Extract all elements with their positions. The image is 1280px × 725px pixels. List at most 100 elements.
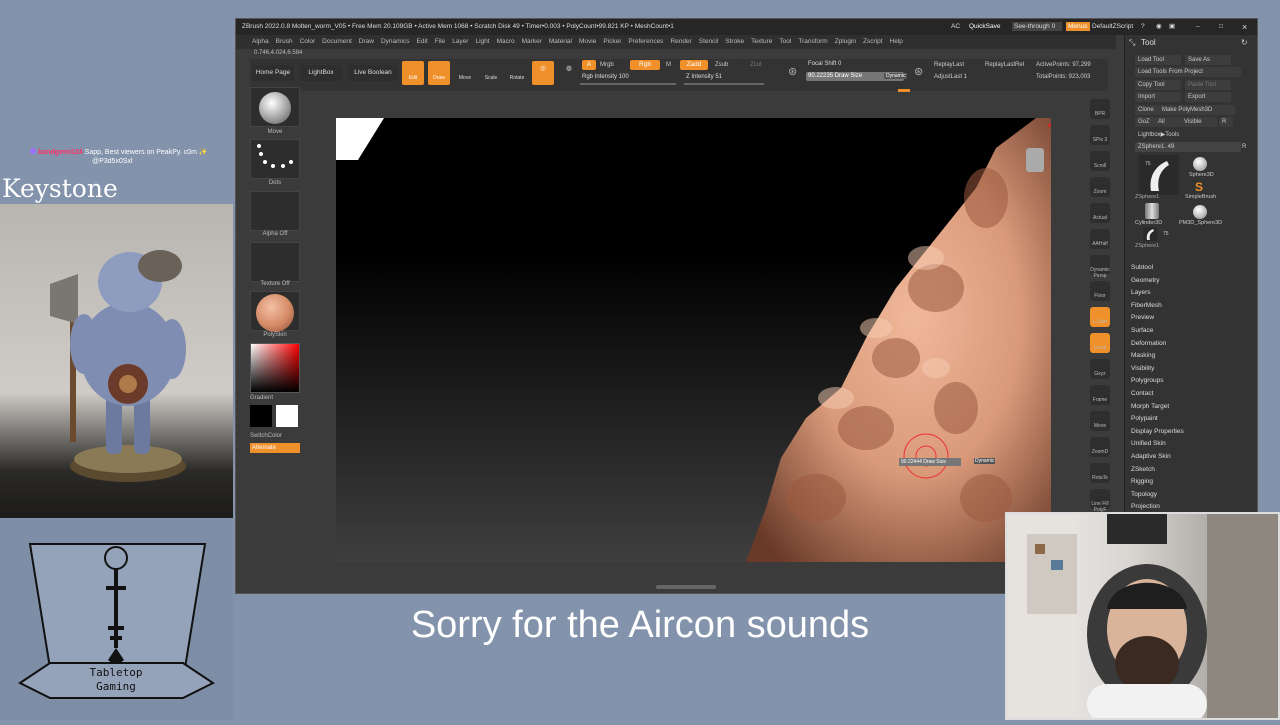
stroke-icon[interactable]: ⊛ bbox=[788, 65, 797, 78]
tool-thumb-pm3d-sphere[interactable] bbox=[1193, 205, 1207, 219]
mrgb-toggle[interactable]: Mrgb bbox=[600, 62, 614, 68]
texture-thumbnail[interactable] bbox=[250, 242, 300, 282]
menu-material[interactable]: Material bbox=[549, 38, 572, 45]
lightbox-tools-button[interactable]: Lightbox▶Tools bbox=[1135, 130, 1201, 140]
menu-stroke[interactable]: Stroke bbox=[725, 38, 744, 45]
menu-color[interactable]: Color bbox=[300, 38, 316, 45]
minimize-icon[interactable]: – bbox=[1196, 19, 1200, 35]
menu-layer[interactable]: Layer bbox=[452, 38, 468, 45]
menu-draw[interactable]: Draw bbox=[359, 38, 374, 45]
subpanel-rigging[interactable]: Rigging bbox=[1131, 476, 1251, 489]
menu-zscript[interactable]: Zscript bbox=[863, 38, 883, 45]
make-polymesh-button[interactable]: Make PolyMesh3D bbox=[1159, 105, 1235, 115]
tray-handle[interactable] bbox=[656, 585, 716, 589]
subpanel-layers[interactable]: Layers bbox=[1131, 287, 1251, 300]
export-button[interactable]: Export bbox=[1185, 92, 1231, 102]
menu-preferences[interactable]: Preferences bbox=[628, 38, 663, 45]
m-toggle[interactable]: M bbox=[666, 62, 671, 68]
subpanel-adaptive-skin[interactable]: Adaptive Skin bbox=[1131, 451, 1251, 464]
goz-visible-button[interactable]: Visible bbox=[1181, 117, 1217, 127]
main-color-swatch[interactable] bbox=[276, 405, 298, 427]
material-sphere-icon[interactable]: ◎ bbox=[532, 61, 554, 85]
replay-last-rel-button[interactable]: ReplayLastRel bbox=[985, 62, 1024, 68]
dynamic-toggle[interactable]: Dynamic bbox=[884, 73, 908, 79]
menu-tool[interactable]: Tool bbox=[779, 38, 791, 45]
tool-thumb-zsphere-small[interactable] bbox=[1143, 227, 1157, 241]
menu-brush[interactable]: Brush bbox=[276, 38, 293, 45]
stroke-thumbnail[interactable] bbox=[250, 139, 300, 179]
goz-r-button[interactable]: R bbox=[1219, 117, 1233, 127]
menu-texture[interactable]: Texture bbox=[751, 38, 772, 45]
rotate-button[interactable]: Rotate bbox=[506, 61, 528, 85]
see-through-slider[interactable]: See-through 0 bbox=[1012, 22, 1062, 31]
subpanel-surface[interactable]: Surface bbox=[1131, 325, 1251, 338]
material-thumbnail[interactable] bbox=[250, 291, 300, 332]
move-button[interactable]: Move bbox=[454, 61, 476, 85]
subpanel-subtool[interactable]: Subtool bbox=[1131, 262, 1251, 275]
default-zscript-button[interactable]: DefaultZScript bbox=[1092, 19, 1133, 35]
subpanel-polygroups[interactable]: Polygroups bbox=[1131, 375, 1251, 388]
viewport-canvas[interactable]: 90.22444 Draw Size Dynamic bbox=[336, 118, 1051, 562]
subpanel-unified-skin[interactable]: Unified Skin bbox=[1131, 438, 1251, 451]
simplebrush-icon[interactable]: S bbox=[1195, 180, 1203, 194]
subpanel-masking[interactable]: Masking bbox=[1131, 350, 1251, 363]
adjust-last-slider[interactable]: AdjustLast 1 bbox=[934, 74, 967, 80]
current-tool-slider[interactable]: ZSphere1. 49 bbox=[1135, 142, 1241, 152]
subpanel-geometry[interactable]: Geometry bbox=[1131, 275, 1251, 288]
subpanel-topology[interactable]: Topology bbox=[1131, 489, 1251, 502]
a-toggle[interactable]: A bbox=[582, 60, 596, 70]
menu-marker[interactable]: Marker bbox=[522, 38, 542, 45]
import-button[interactable]: Import bbox=[1135, 92, 1181, 102]
focal-shift-slider[interactable]: Focal Shift 0 bbox=[806, 60, 902, 69]
menu-document[interactable]: Document bbox=[322, 38, 352, 45]
rgb-intensity-slider[interactable]: Rgb Intensity 100 bbox=[580, 73, 676, 82]
switch-color-button[interactable]: SwitchColor bbox=[250, 433, 300, 439]
settings-icon[interactable]: ◉ bbox=[1156, 19, 1162, 35]
secondary-color-swatch[interactable] bbox=[250, 405, 272, 427]
menus-toggle[interactable]: Menus bbox=[1066, 22, 1090, 31]
subpanel-visibility[interactable]: Visibility bbox=[1131, 363, 1251, 376]
replay-last-button[interactable]: ReplayLast bbox=[934, 62, 964, 68]
subpanel-contact[interactable]: Contact bbox=[1131, 388, 1251, 401]
load-tools-from-project-button[interactable]: Load Tools From Project bbox=[1135, 67, 1241, 77]
draw-button[interactable]: Draw bbox=[428, 61, 450, 85]
subpanel-preview[interactable]: Preview bbox=[1131, 312, 1251, 325]
current-tool-r-button[interactable]: R bbox=[1239, 142, 1251, 152]
menu-stencil[interactable]: Stencil bbox=[699, 38, 719, 45]
zsub-toggle[interactable]: Zsub bbox=[715, 62, 728, 68]
palette-pin-icon[interactable]: ⤡ bbox=[1129, 38, 1135, 48]
menu-render[interactable]: Render bbox=[670, 38, 691, 45]
zadd-toggle[interactable]: Zadd bbox=[680, 60, 708, 70]
adjust-icon[interactable]: ⊛ bbox=[914, 65, 923, 78]
subpanel-display-properties[interactable]: Display Properties bbox=[1131, 426, 1251, 439]
brush-thumbnail[interactable] bbox=[250, 87, 300, 127]
menu-light[interactable]: Light bbox=[475, 38, 489, 45]
subpanel-zsketch[interactable]: ZSketch bbox=[1131, 464, 1251, 477]
tool-thumb-sphere3d[interactable] bbox=[1193, 157, 1207, 171]
edit-button[interactable]: Edit bbox=[402, 61, 424, 85]
copy-tool-button[interactable]: Copy Tool bbox=[1135, 80, 1181, 90]
zcut-toggle[interactable]: Zcut bbox=[750, 62, 762, 68]
help-icon[interactable]: ? bbox=[1141, 19, 1145, 35]
load-tool-button[interactable]: Load Tool bbox=[1135, 55, 1181, 65]
lightbox-button[interactable]: LightBox bbox=[300, 65, 342, 81]
scale-button[interactable]: Scale bbox=[480, 61, 502, 85]
quicksave-button[interactable]: QuickSave bbox=[969, 19, 1000, 35]
menu-edit[interactable]: Edit bbox=[417, 38, 428, 45]
goz-all-button[interactable]: All bbox=[1155, 117, 1181, 127]
live-boolean-button[interactable]: Live Boolean bbox=[348, 65, 398, 81]
layout-icon[interactable]: ▣ bbox=[1169, 19, 1175, 35]
tool-thumb-cylinder3d[interactable] bbox=[1145, 203, 1159, 219]
alpha-thumbnail[interactable] bbox=[250, 191, 300, 231]
menu-macro[interactable]: Macro bbox=[497, 38, 515, 45]
menu-help[interactable]: Help bbox=[890, 38, 903, 45]
subpanel-fibermesh[interactable]: FiberMesh bbox=[1131, 300, 1251, 313]
menu-zplugin[interactable]: Zplugin bbox=[835, 38, 856, 45]
menu-file[interactable]: File bbox=[435, 38, 445, 45]
menu-movie[interactable]: Movie bbox=[579, 38, 596, 45]
subpanel-morph-target[interactable]: Morph Target bbox=[1131, 401, 1251, 414]
maximize-icon[interactable]: □ bbox=[1219, 19, 1223, 35]
menu-alpha[interactable]: Alpha bbox=[252, 38, 269, 45]
paste-tool-button[interactable]: Paste Tool bbox=[1185, 80, 1231, 90]
brush-sphere-icon[interactable]: ◍ bbox=[558, 61, 580, 85]
